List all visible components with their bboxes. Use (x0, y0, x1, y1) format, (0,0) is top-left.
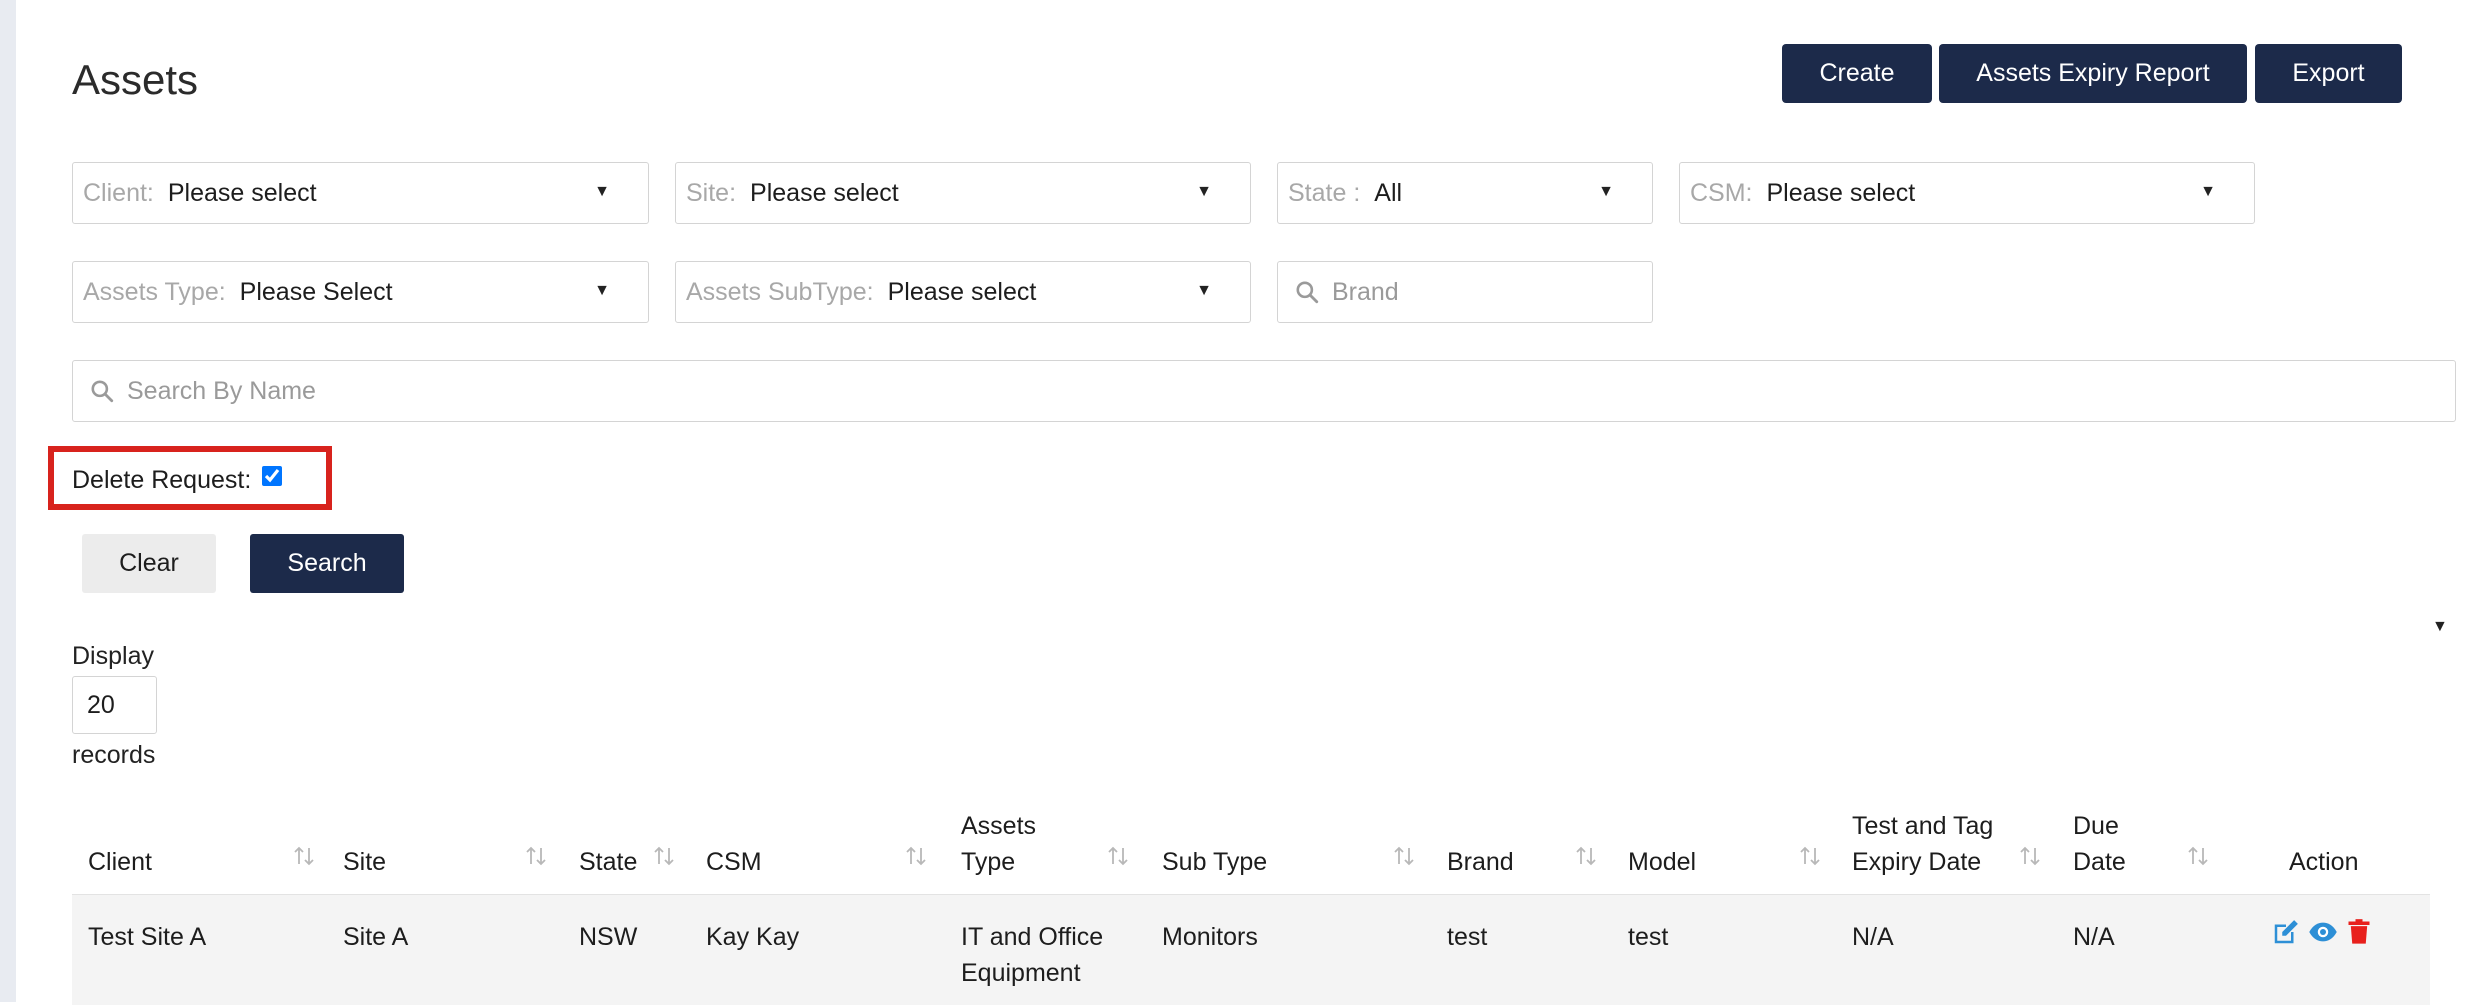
column-header-due-date[interactable]: Due Date (2073, 808, 2126, 880)
page-title: Assets (72, 56, 199, 103)
name-search-placeholder: Search By Name (127, 376, 316, 405)
assets-type-filter-label: Assets Type: (83, 277, 226, 306)
sort-icon[interactable] (292, 844, 316, 868)
cell-assets-type-line: IT and Office (961, 923, 1104, 951)
search-icon (1296, 281, 1319, 304)
left-edge-strip (0, 0, 16, 1002)
sort-icon[interactable] (2186, 844, 2210, 868)
assets-subtype-filter-value: Please select (887, 277, 1037, 306)
chevron-down-icon: ▼ (594, 282, 610, 299)
column-header-action: Action (2289, 848, 2359, 876)
state-filter[interactable]: State : All ▼ (1277, 162, 1653, 224)
cell-client: Test Site A (88, 923, 207, 951)
column-header-client[interactable]: Client (88, 844, 152, 880)
view-icon[interactable] (2307, 917, 2339, 947)
assets-subtype-filter-label: Assets SubType: (686, 277, 874, 306)
assets-expiry-report-button[interactable]: Assets Expiry Report (1939, 44, 2247, 103)
export-button[interactable]: Export (2255, 44, 2402, 103)
csm-filter[interactable]: CSM: Please select ▼ (1679, 162, 2255, 224)
brand-search-input[interactable]: Brand (1277, 261, 1653, 323)
assets-type-filter-value: Please Select (239, 277, 393, 306)
state-filter-label: State : (1288, 178, 1361, 207)
assets-table: Client Site State CSM Assets Type Sub Ty… (72, 800, 2430, 1005)
cell-model: test (1628, 923, 1669, 951)
clear-button[interactable]: Clear (82, 534, 216, 593)
client-filter-value: Please select (167, 178, 317, 207)
chevron-down-icon: ▼ (1598, 183, 1614, 200)
sort-icon[interactable] (652, 844, 676, 868)
chevron-down-icon: ▼ (1196, 183, 1212, 200)
column-header-label: Test and Tag (1852, 812, 1994, 840)
cell-state: NSW (579, 923, 638, 951)
create-button[interactable]: Create (1782, 44, 1932, 103)
search-button[interactable]: Search (250, 534, 404, 593)
sort-icon[interactable] (1392, 844, 1416, 868)
state-filter-value: All (1374, 178, 1403, 207)
table-row: Test Site A Site A NSW Kay Kay IT and Of… (72, 895, 2430, 1005)
cell-due-date: N/A (2073, 923, 2115, 951)
edit-icon[interactable] (2271, 917, 2301, 947)
cell-assets-type: IT and Office Equipment (961, 919, 1103, 991)
column-header-label: Assets (961, 812, 1037, 840)
column-header-csm[interactable]: CSM (706, 844, 762, 880)
csm-filter-value: Please select (1766, 178, 1916, 207)
sort-icon[interactable] (1574, 844, 1598, 868)
sort-icon[interactable] (2018, 844, 2042, 868)
chevron-down-icon: ▼ (594, 183, 610, 200)
page-size-input[interactable] (72, 676, 157, 734)
cell-brand: test (1447, 923, 1488, 951)
display-label: Display (72, 642, 154, 670)
cell-site: Site A (343, 923, 409, 951)
delete-request-label: Delete Request: (72, 466, 252, 494)
column-header-label: Type (961, 848, 1016, 876)
sort-icon[interactable] (904, 844, 928, 868)
assets-type-filter[interactable]: Assets Type: Please Select ▼ (72, 261, 649, 323)
brand-search-placeholder: Brand (1332, 277, 1399, 306)
column-header-assets-type[interactable]: Assets Type (961, 808, 1036, 880)
site-filter-value: Please select (750, 178, 899, 207)
column-header-expiry-date[interactable]: Test and Tag Expiry Date (1852, 808, 1993, 880)
column-header-model[interactable]: Model (1628, 844, 1696, 880)
chevron-down-icon: ▼ (1196, 282, 1212, 299)
chevron-down-icon: ▼ (2200, 183, 2216, 200)
delete-icon[interactable] (2345, 917, 2373, 947)
cell-assets-type-line: Equipment (961, 959, 1081, 987)
name-search-input[interactable]: Search By Name (72, 360, 2456, 422)
column-header-site[interactable]: Site (343, 844, 386, 880)
sort-icon[interactable] (524, 844, 548, 868)
column-header-sub-type[interactable]: Sub Type (1162, 844, 1267, 880)
site-filter[interactable]: Site: Please select ▼ (675, 162, 1251, 224)
site-filter-label: Site: (686, 178, 737, 207)
cell-actions (2271, 917, 2373, 947)
column-header-label: Due (2073, 812, 2119, 840)
cell-expiry-date: N/A (1852, 923, 1894, 951)
assets-subtype-filter[interactable]: Assets SubType: Please select ▼ (675, 261, 1251, 323)
delete-request-checkbox[interactable] (262, 466, 282, 486)
column-header-state[interactable]: State (579, 844, 637, 880)
client-filter[interactable]: Client: Please select ▼ (72, 162, 649, 224)
sort-icon[interactable] (1798, 844, 1822, 868)
column-header-label: Date (2073, 848, 2126, 876)
cell-csm: Kay Kay (706, 923, 800, 951)
records-label: records (72, 741, 156, 769)
column-header-brand[interactable]: Brand (1447, 844, 1514, 880)
table-header: Client Site State CSM Assets Type Sub Ty… (72, 800, 2430, 895)
sort-icon[interactable] (1106, 844, 1130, 868)
client-filter-label: Client: (83, 178, 154, 207)
cell-sub-type: Monitors (1162, 923, 1258, 951)
search-icon (91, 380, 114, 403)
column-header-label: Expiry Date (1852, 848, 1982, 876)
csm-filter-label: CSM: (1690, 178, 1753, 207)
chevron-down-icon[interactable]: ▼ (2432, 618, 2448, 636)
